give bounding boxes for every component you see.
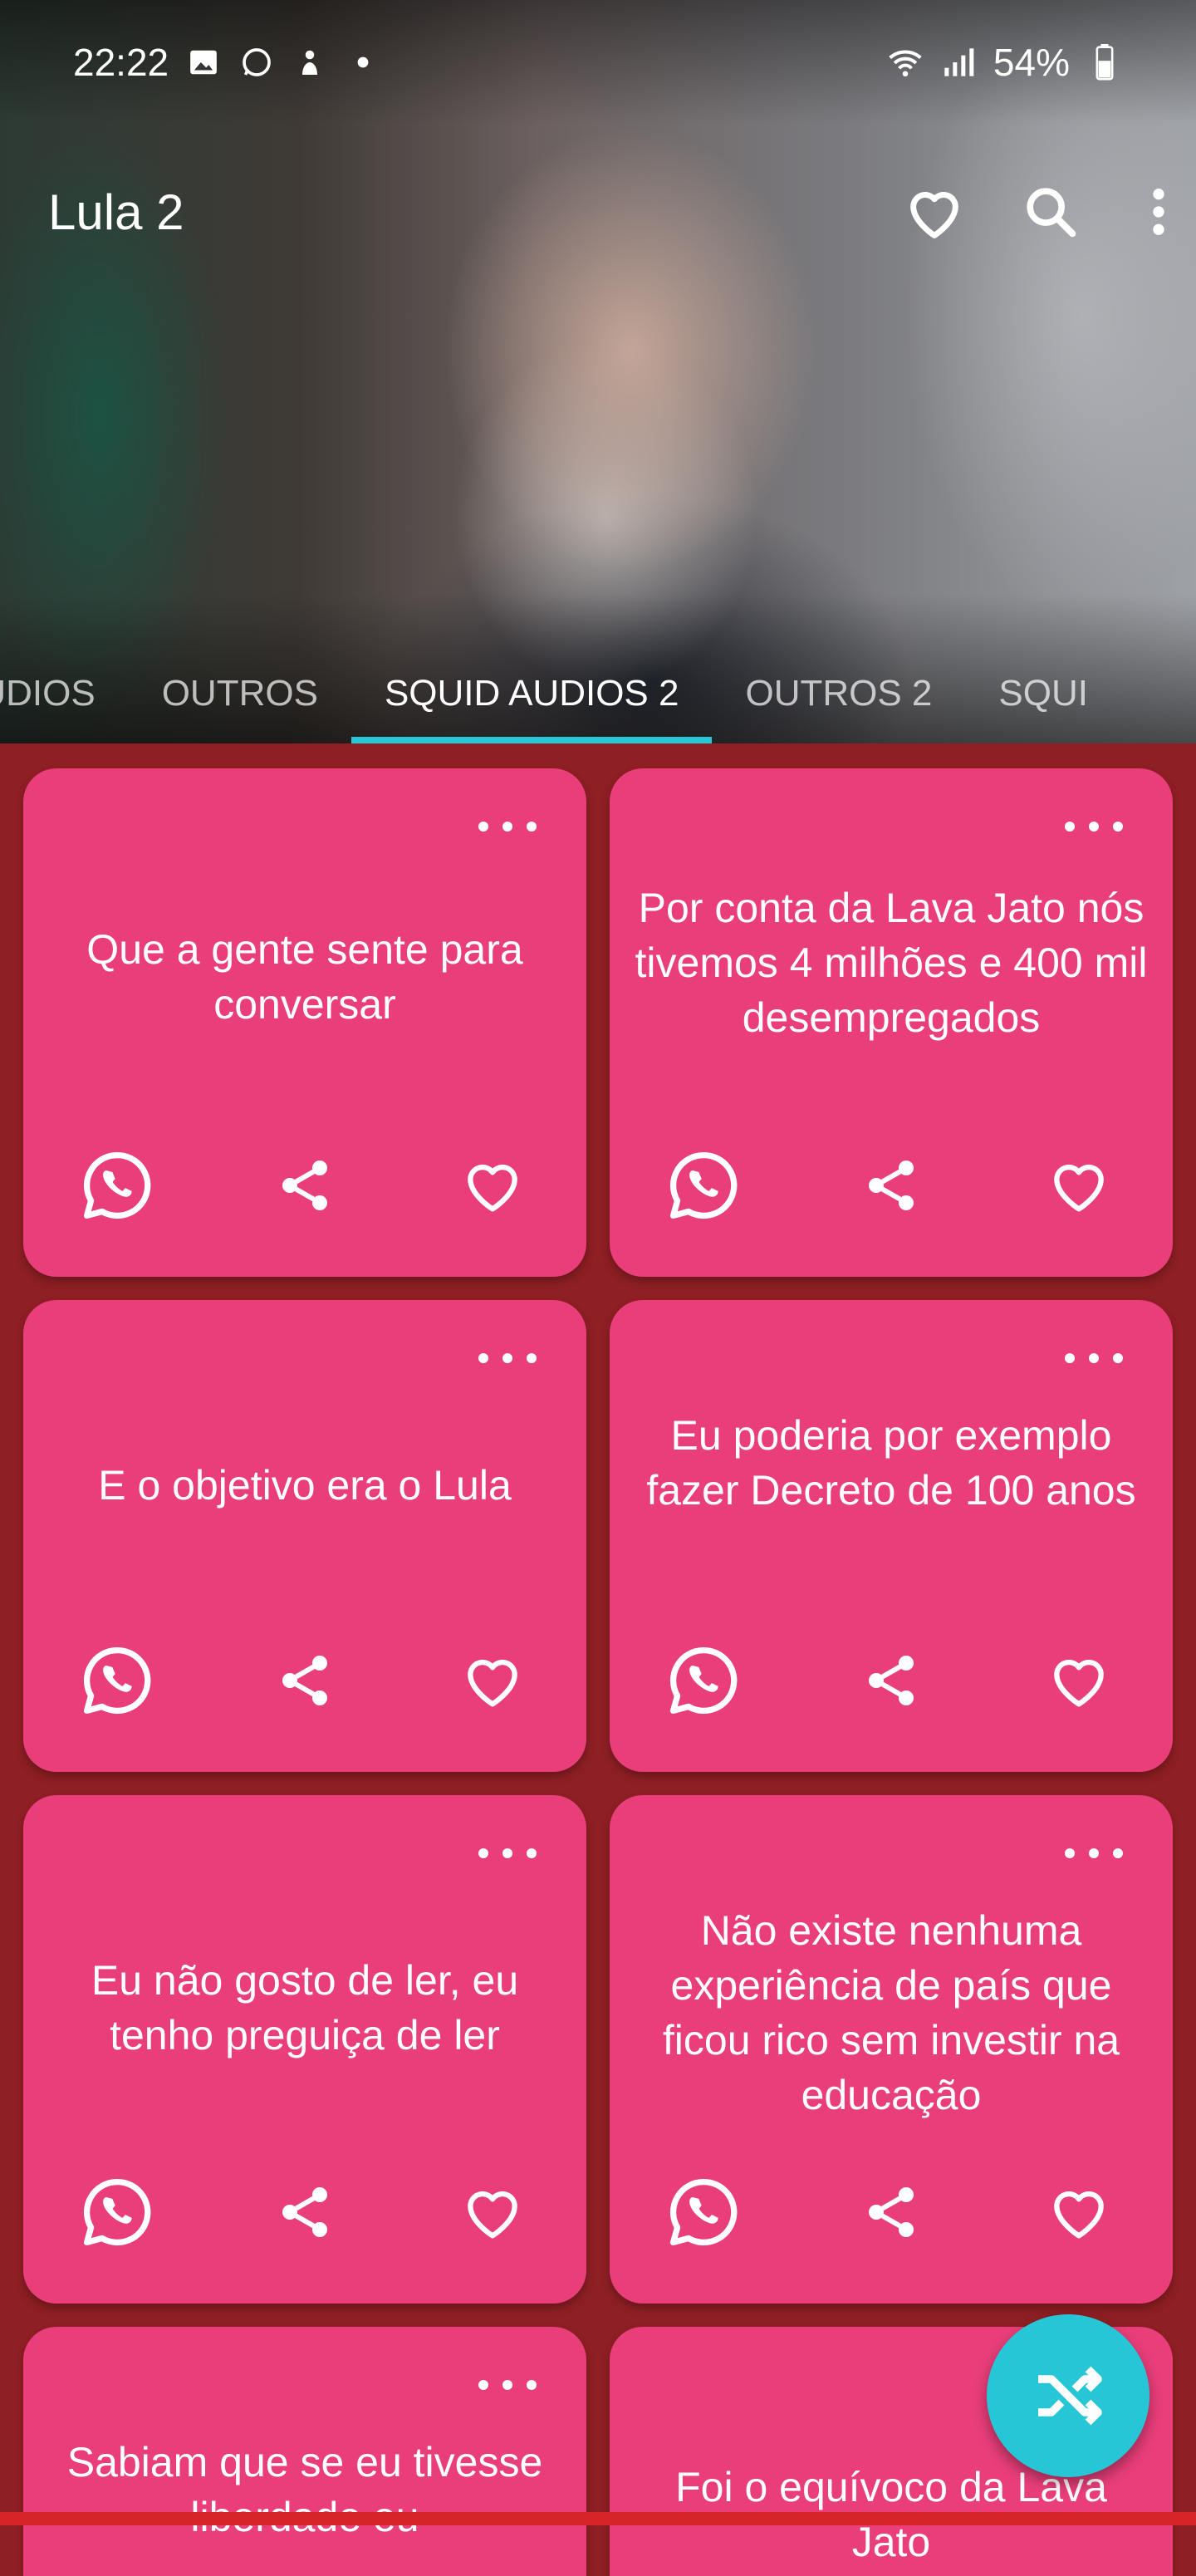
- whatsapp-icon: [79, 1642, 155, 1719]
- gallery-icon: [185, 44, 222, 81]
- whatsapp-notification-icon: [238, 44, 275, 81]
- share-icon: [861, 2182, 921, 2242]
- heart-outline-icon: [459, 1152, 526, 1219]
- status-bar: 22:22 54%: [0, 0, 1196, 125]
- status-right: 54%: [887, 40, 1123, 85]
- whatsapp-button[interactable]: [662, 2171, 745, 2254]
- whatsapp-icon: [665, 1642, 742, 1719]
- more-options-button[interactable]: [1065, 814, 1123, 839]
- tab-outros[interactable]: OUTROS: [129, 644, 351, 743]
- battery-percentage: 54%: [993, 41, 1070, 84]
- card-actions: [610, 1639, 1173, 1722]
- heart-outline-icon: [459, 1647, 526, 1714]
- audio-card[interactable]: Que a gente sente para conversar: [23, 768, 586, 1277]
- favorite-button[interactable]: [1037, 2171, 1120, 2254]
- overflow-menu-button[interactable]: [1121, 166, 1196, 258]
- whatsapp-button[interactable]: [76, 2171, 159, 2254]
- audio-card-text: Eu não gosto de ler, eu tenho preguiça d…: [91, 1957, 519, 2058]
- tab-label: OUTROS: [161, 673, 318, 714]
- favorite-button[interactable]: [451, 2171, 534, 2254]
- bottom-edge: [0, 2512, 1196, 2525]
- search-icon: [1027, 188, 1076, 238]
- app-notification-icon: [292, 44, 328, 81]
- search-button[interactable]: [1005, 166, 1096, 258]
- tab-label: AUDIOS: [0, 673, 96, 714]
- app-toolbar: Lula 2: [0, 158, 1196, 266]
- more-options-button[interactable]: [478, 814, 537, 839]
- favorite-button[interactable]: [1037, 1144, 1120, 1227]
- audio-card-text: Sabiam que se eu tivesse liberdade eu: [66, 2439, 543, 2540]
- audio-card-text: E o objetivo era o Lula: [98, 1462, 512, 1509]
- tab-squid-partial[interactable]: SQUI: [965, 644, 1121, 743]
- wifi-icon: [887, 44, 924, 81]
- audio-card-text: Não existe nenhuma experiência de país q…: [662, 1907, 1120, 2118]
- audio-card[interactable]: Não existe nenhuma experiência de país q…: [610, 1795, 1173, 2304]
- app-title: Lula 2: [48, 184, 184, 240]
- audio-card-text: Eu poderia por exemplo fazer Decreto de …: [646, 1412, 1136, 1514]
- audio-grid: Que a gente sente para conversar Por cont…: [23, 768, 1173, 2576]
- shuffle-button[interactable]: [987, 2314, 1149, 2477]
- share-icon: [861, 1651, 921, 1710]
- share-icon: [275, 1156, 335, 1215]
- status-left: 22:22: [73, 40, 381, 85]
- share-button[interactable]: [850, 1639, 933, 1722]
- tab-squid-audios-2[interactable]: SQUID AUDIOS 2: [350, 644, 713, 743]
- audio-card-text: Que a gente sente para conversar: [86, 926, 523, 1028]
- tab-label: OUTROS 2: [745, 673, 933, 714]
- share-icon: [861, 1156, 921, 1215]
- share-icon: [275, 1651, 335, 1710]
- signal-icon: [940, 44, 977, 81]
- battery-icon: [1086, 44, 1123, 81]
- card-actions: [610, 1144, 1173, 1227]
- whatsapp-icon: [79, 2174, 155, 2250]
- whatsapp-icon: [79, 1147, 155, 1224]
- favorites-button[interactable]: [889, 166, 980, 258]
- heart-outline-icon: [1046, 2179, 1112, 2245]
- audio-card-text: Por conta da Lava Jato nós tivemos 4 mil…: [635, 885, 1148, 1041]
- audio-card[interactable]: Sabiam que se eu tivesse liberdade eu: [23, 2327, 586, 2576]
- dot-icon: [345, 44, 381, 81]
- card-actions: [610, 2171, 1173, 2254]
- share-button[interactable]: [850, 2171, 933, 2254]
- favorite-button[interactable]: [451, 1639, 534, 1722]
- favorite-button[interactable]: [451, 1144, 534, 1227]
- tab-outros-2[interactable]: OUTROS 2: [712, 644, 965, 743]
- more-options-button[interactable]: [478, 1841, 537, 1866]
- whatsapp-button[interactable]: [662, 1144, 745, 1227]
- whatsapp-button[interactable]: [662, 1639, 745, 1722]
- heart-outline-icon: [459, 2179, 526, 2245]
- share-button[interactable]: [263, 1639, 346, 1722]
- heart-outline-icon: [910, 192, 958, 238]
- whatsapp-icon: [665, 1147, 742, 1224]
- favorite-button[interactable]: [1037, 1639, 1120, 1722]
- heart-outline-icon: [1046, 1647, 1112, 1714]
- more-options-button[interactable]: [1065, 1346, 1123, 1371]
- audio-card[interactable]: Eu não gosto de ler, eu tenho preguiça d…: [23, 1795, 586, 2304]
- share-button[interactable]: [263, 2171, 346, 2254]
- tab-label: SQUI: [998, 673, 1088, 714]
- tab-label: SQUID AUDIOS 2: [384, 673, 679, 714]
- heart-outline-icon: [1046, 1152, 1112, 1219]
- share-button[interactable]: [263, 1144, 346, 1227]
- whatsapp-icon: [665, 2174, 742, 2250]
- card-actions: [23, 1144, 586, 1227]
- tab-audios[interactable]: AUDIOS: [0, 644, 129, 743]
- more-options-button[interactable]: [478, 2372, 537, 2397]
- share-icon: [275, 2182, 335, 2242]
- more-options-button[interactable]: [478, 1346, 537, 1371]
- audio-card[interactable]: Por conta da Lava Jato nós tivemos 4 mil…: [610, 768, 1173, 1277]
- more-options-button[interactable]: [1065, 1841, 1123, 1866]
- status-time: 22:22: [73, 41, 169, 84]
- whatsapp-button[interactable]: [76, 1639, 159, 1722]
- shuffle-icon: [1038, 2366, 1102, 2426]
- card-actions: [23, 2171, 586, 2254]
- whatsapp-button[interactable]: [76, 1144, 159, 1227]
- card-actions: [23, 1639, 586, 1722]
- category-tabs: AUDIOS OUTROS SQUID AUDIOS 2 OUTROS 2 SQ…: [0, 644, 1121, 743]
- share-button[interactable]: [850, 1144, 933, 1227]
- audio-card[interactable]: Eu poderia por exemplo fazer Decreto de …: [610, 1300, 1173, 1772]
- audio-card[interactable]: E o objetivo era o Lula: [23, 1300, 586, 1772]
- more-vertical-icon: [1153, 189, 1164, 235]
